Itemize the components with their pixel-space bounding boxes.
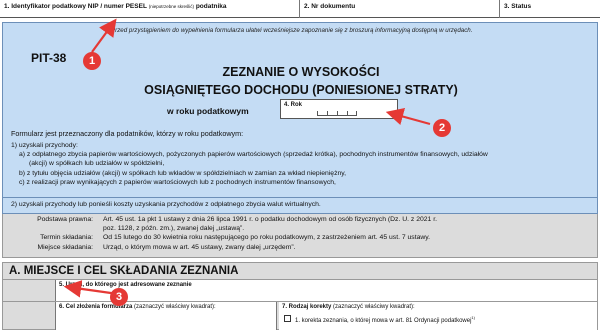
form-title-line2: OSIĄGNIĘTEGO DOCHODU (PONIESIONEJ STRATY… (144, 83, 458, 97)
nip-pesel-label: 1. Identyfikator podatkowy NIP / numer P… (4, 3, 147, 10)
divider (3, 197, 597, 198)
status-field[interactable]: 3. Status (500, 0, 600, 18)
section-a-title: A. MIEJSCE I CEL SKŁADANIA ZEZNANIA (9, 265, 239, 277)
annotation-badge-2: 2 (433, 119, 451, 137)
correction-checkbox[interactable] (284, 315, 291, 322)
place-value: Urząd, o którym mowa w art. 45 ustawy, z… (103, 244, 296, 251)
purpose-hint: (zaznaczyć właściwy kwadrat): (134, 304, 216, 310)
nip-pesel-field[interactable]: 1. Identyfikator podatkowy NIP / numer P… (0, 0, 300, 18)
correction-type-field: 7. Rodzaj korekty (zaznaczyć właściwy kw… (279, 302, 597, 330)
list-item: c) z realizacji praw wynikających z papi… (19, 178, 336, 186)
status-label: 3. Status (504, 3, 532, 10)
legal-basis-panel: Podstawa prawna: Art. 45 ust. 1a pkt 1 u… (2, 214, 598, 258)
year-digit-boxes (317, 111, 357, 116)
nip-pesel-tail: podatnika (195, 3, 227, 10)
list-item: a) z odpłatnego zbycia papierów wartości… (19, 151, 488, 159)
form-code: PIT-38 (31, 51, 67, 65)
year-field[interactable]: 4. Rok (280, 99, 398, 119)
nip-pesel-small-note: (niepotrzebne skreślić) (148, 4, 195, 9)
document-number-field[interactable]: 2. Nr dokumentu (300, 0, 500, 18)
correction-type-label: 7. Rodzaj korekty (282, 304, 332, 310)
tax-office-row: 5. Urząd, do którego jest adresowane zez… (2, 280, 598, 302)
list-item: 2) uzyskali przychody lub ponieśli koszt… (11, 201, 321, 208)
legal-basis-line2: poz. 1128, z późn. zm.), zwanej dalej „u… (103, 224, 245, 232)
legal-basis-label: Podstawa prawna: (37, 216, 93, 223)
correction-type-hint: (zaznaczyć właściwy kwadrat): (333, 304, 415, 310)
tax-year-label: w roku podatkowym (167, 106, 249, 116)
deadline-value: Od 15 lutego do 30 kwietnia roku następu… (103, 234, 431, 241)
list-item: b) z tytułu objęcia udziałów (akcji) w s… (19, 169, 347, 177)
correction-option-label: 1. korekta zeznania, o której mowa w art… (295, 315, 475, 324)
income-type-list: 1) uzyskali przychody: a) z odpłatnego z… (11, 141, 591, 187)
annotation-badge-1: 1 (83, 52, 101, 70)
form-description: Formularz jest przeznaczony dla podatnik… (11, 129, 244, 138)
form-header-panel: Przed przystąpieniem do wypełnienia form… (2, 22, 598, 214)
purpose-row: 6. Cel złożenia formularza (zaznaczyć wł… (2, 302, 598, 330)
list-item: 1) uzyskali przychody: (11, 142, 78, 149)
annotation-badge-3: 3 (110, 288, 128, 306)
document-number-label: 2. Nr dokumentu (304, 3, 356, 10)
legal-basis-line1: Art. 45 ust. 1a pkt 1 ustawy z dnia 26 l… (103, 216, 437, 223)
section-a-header: A. MIEJSCE I CEL SKŁADANIA ZEZNANIA (2, 262, 598, 280)
year-field-label: 4. Rok (284, 102, 303, 108)
form-top-row: 1. Identyfikator podatkowy NIP / numer P… (0, 0, 600, 18)
tax-office-label: 5. Urząd, do którego jest adresowane zez… (59, 282, 192, 288)
deadline-label: Termin składania: (40, 234, 93, 241)
purpose-field[interactable]: 6. Cel złożenia formularza (zaznaczyć wł… (55, 302, 277, 330)
form-hint: Przed przystąpieniem do wypełnienia form… (111, 27, 473, 34)
place-label: Miejsce składania: (37, 244, 93, 251)
list-item: (akcji) w spółkach lub udziałów w spółdz… (29, 160, 165, 168)
tax-office-field[interactable]: 5. Urząd, do którego jest adresowane zez… (55, 280, 597, 301)
